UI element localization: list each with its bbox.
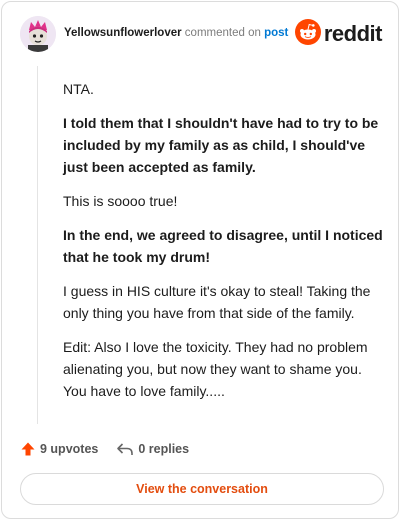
thread-line[interactable] [37,66,38,424]
post-link[interactable]: post [264,27,288,39]
comment-paragraph: Edit: Also I love the toxicity. They had… [63,339,368,399]
upvote-button[interactable]: 9 upvotes [20,441,98,457]
reply-arrow-icon [117,443,134,455]
comment-paragraph: This is soooo true! [63,193,178,209]
comment-card: Yellowsunflowerlover commented on post r… [1,1,399,519]
reply-button[interactable]: 0 replies [116,441,189,457]
byline: Yellowsunflowerlover commented on post [64,27,288,39]
comment-header: Yellowsunflowerlover commented on post r… [20,16,384,52]
comment-quote: I told them that I shouldn't have had to… [63,115,379,175]
replies-count: 0 replies [138,442,190,456]
comment-paragraph: NTA. [63,81,94,97]
upvotes-count: 9 upvotes [40,442,99,456]
reddit-logo-icon [294,18,321,50]
username-link[interactable]: Yellowsunflowerlover [64,27,182,39]
comment-actions: 9 upvotes 0 replies [20,438,189,460]
avatar-icon[interactable] [20,16,56,52]
reddit-brand[interactable]: reddit [294,18,383,50]
view-conversation-button[interactable]: View the conversation [20,473,384,505]
reddit-wordmark: reddit [323,21,383,46]
comment-body: NTA. I told them that I shouldn't have h… [63,78,383,414]
action-text: commented on [184,27,261,39]
upvote-arrow-icon [21,442,35,456]
comment-paragraph: I guess in HIS culture it's okay to stea… [63,283,371,321]
comment-quote: In the end, we agreed to disagree, until… [63,227,383,265]
